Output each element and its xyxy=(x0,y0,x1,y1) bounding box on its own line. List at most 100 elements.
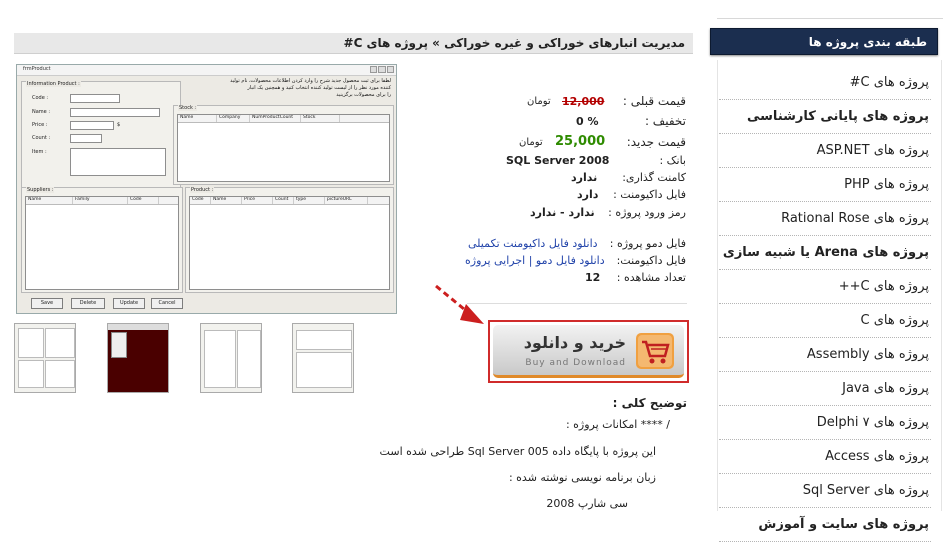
password-label: رمز ورود پروژه : xyxy=(608,206,686,219)
thumbnail-4[interactable] xyxy=(292,323,354,393)
doc-value: دارد xyxy=(577,188,599,201)
sidebar-item-5[interactable]: پروژه های Arena یا شبیه سازی xyxy=(719,236,931,270)
old-price-label: قیمت قبلی : xyxy=(622,94,686,108)
demo-download-link[interactable]: دانلود فایل داکیومنت تکمیلی xyxy=(468,237,598,250)
sidebar-item-4[interactable]: پروژه های Rational Rose xyxy=(719,202,931,236)
old-price-currency: تومان xyxy=(527,96,551,107)
product-group-title: Product : xyxy=(190,187,215,193)
sidebar-item-8[interactable]: پروژه های Assembly xyxy=(719,338,931,372)
item-textarea xyxy=(70,148,166,176)
discount-value: 0 % xyxy=(576,115,599,128)
sidebar-item-10[interactable]: پروژه های Delphi ۷ xyxy=(719,406,931,440)
views-label: تعداد مشاهده : xyxy=(616,271,686,284)
buy-label-en: Buy and Download xyxy=(525,358,626,368)
note-line-3: را برای محصولات برگزینید xyxy=(336,92,391,98)
comment-value: ندارد xyxy=(571,171,598,184)
note-line-1: لطفا برای ثبت محصول جدید شرح را وارد کرد… xyxy=(230,78,391,84)
suppliers-group: Suppliers : Name Family Code xyxy=(21,187,183,293)
sidebar-item-1[interactable]: پروژه های پایانی کارشناسی xyxy=(719,100,931,134)
product-col: Price xyxy=(242,197,273,204)
old-price-value: 12,000 xyxy=(562,95,605,108)
sidebar-item-12[interactable]: پروژه های Sql Server xyxy=(719,474,931,508)
info-group: Information Product : Code : Name : Pric… xyxy=(21,81,181,189)
thumbnail-2[interactable] xyxy=(107,323,169,393)
delete-button: Delete xyxy=(71,298,105,309)
sidebar-top-border xyxy=(717,18,943,19)
price-input xyxy=(70,121,114,130)
code-label: Code : xyxy=(32,95,49,101)
page-title: مدیریت انبارهای خوراکی و غیره خوراکی » پ… xyxy=(14,33,693,54)
sidebar-item-2[interactable]: پروژه های ASP.NET xyxy=(719,134,931,168)
discount-label: تخفیف : xyxy=(644,114,686,128)
price-label: Price : xyxy=(32,122,48,128)
password-value: ندارد - ندارد xyxy=(530,206,595,219)
sidebar-item-13[interactable]: پروژه های سایت و آموزش xyxy=(719,508,931,542)
bank-label: بانک : xyxy=(659,154,686,167)
description-line-2: این پروژه با پایگاه داده Sql Server 005 … xyxy=(379,445,656,458)
buy-button-face: خرید و دانلود Buy and Download xyxy=(493,325,684,378)
stock-col: Company xyxy=(217,115,250,122)
sidebar-item-9[interactable]: پروژه های Java xyxy=(719,372,931,406)
code-input xyxy=(70,94,120,103)
bank-value: SQL Server 2008 xyxy=(506,154,610,167)
stock-group-title: Stock : xyxy=(178,105,198,111)
product-group: Product : Code Name Price Count type pic… xyxy=(185,187,394,293)
count-label: Count : xyxy=(32,135,51,141)
product-col: pictureURL xyxy=(325,197,368,204)
thumbnail-1[interactable] xyxy=(14,323,76,393)
stock-grid: Name Company NumProductCount Stock xyxy=(177,114,390,182)
stock-col: NumProductCount xyxy=(250,115,301,122)
window-titlebar: frmProduct xyxy=(17,65,396,76)
update-button: Update xyxy=(113,298,145,309)
name-label: Name : xyxy=(32,109,51,115)
window-controls xyxy=(370,66,394,73)
stock-col: Stock xyxy=(301,115,340,122)
window-title: frmProduct xyxy=(23,66,51,72)
new-price-value: 25,000 xyxy=(555,134,606,149)
new-price-currency: تومان xyxy=(519,137,543,148)
sidebar-item-0[interactable]: پروژه های C# xyxy=(719,66,931,100)
stock-group: Stock : Name Company NumProductCount Sto… xyxy=(173,105,394,185)
buy-label-fa: خرید و دانلود xyxy=(523,333,626,352)
description-line-4: سی شارپ 2008 xyxy=(546,497,628,510)
product-col: Count xyxy=(273,197,294,204)
buy-download-button[interactable]: خرید و دانلود Buy and Download xyxy=(488,320,689,383)
cancel-button: Cancel xyxy=(151,298,183,309)
suppliers-col: Name xyxy=(26,197,73,204)
suppliers-col: Code xyxy=(128,197,159,204)
sidebar-header: طبقه بندی پروژه ها xyxy=(710,28,938,55)
description-line-3: زبان برنامه نویسی نوشته شده : xyxy=(508,471,656,484)
thumbnail-3[interactable] xyxy=(200,323,262,393)
currency-label: $ xyxy=(117,122,121,128)
comment-label: کامنت گذاری: xyxy=(622,171,686,184)
product-grid: Code Name Price Count type pictureURL xyxy=(189,196,390,290)
stock-grid-header: Name Company NumProductCount Stock xyxy=(178,115,389,123)
sidebar-border-right xyxy=(941,60,942,511)
category-list: پروژه های C# پروژه های پایانی کارشناسی پرو… xyxy=(719,66,931,542)
product-col: Code xyxy=(190,197,211,204)
demo-label: فایل دمو پروژه : xyxy=(609,237,686,250)
sidebar-item-3[interactable]: پروژه های PHP xyxy=(719,168,931,202)
name-input xyxy=(70,108,160,117)
main-product-screenshot[interactable]: frmProduct Information Product : Code : … xyxy=(16,64,397,314)
product-col: type xyxy=(294,197,325,204)
sidebar-item-6[interactable]: پروژه های C++ xyxy=(719,270,931,304)
description-heading: توضیح کلی : xyxy=(612,396,687,410)
sidebar-item-7[interactable]: پروژه های C xyxy=(719,304,931,338)
doc-download-link[interactable]: دانلود فایل دمو | اجرایی پروژه xyxy=(465,254,605,267)
suppliers-col: Family xyxy=(73,197,128,204)
views-value: 12 xyxy=(585,271,601,284)
save-button: Save xyxy=(31,298,63,309)
sidebar-border-left xyxy=(717,60,718,511)
note-line-2: کننده مورد نظر را از لیست تولید کننده ان… xyxy=(247,85,391,91)
suppliers-grid: Name Family Code xyxy=(25,196,179,290)
doc-label: فایل داکیومنت : xyxy=(613,188,686,201)
info-group-title: Information Product : xyxy=(26,81,81,87)
description-line-1: / **** امکانات پروژه : xyxy=(565,418,670,431)
arrow-icon xyxy=(435,284,484,324)
new-price-label: قیمت جدید: xyxy=(626,135,686,149)
separator xyxy=(467,303,687,304)
sidebar-item-11[interactable]: پروژه های Access xyxy=(719,440,931,474)
suppliers-group-title: Suppliers : xyxy=(26,187,55,193)
cart-icon xyxy=(636,333,674,369)
